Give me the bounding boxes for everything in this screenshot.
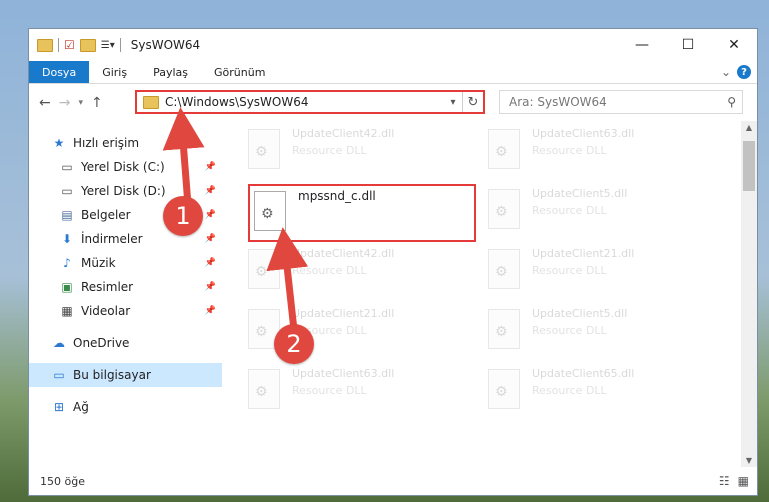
scrollbar-thumb[interactable] <box>743 141 755 191</box>
forward-icon[interactable]: → <box>59 95 71 111</box>
tab-file[interactable]: Dosya <box>29 61 90 83</box>
refresh-icon[interactable]: ↻ <box>462 92 483 112</box>
explorer-window: ☑ ☰▾ SysWOW64 — ☐ ✕ Dosya Giriş Paylaş G… <box>28 28 758 496</box>
highlight-box <box>248 184 476 242</box>
dll-file-icon: ⚙ <box>488 189 520 229</box>
cloud-icon: ☁ <box>53 336 65 350</box>
pin-icon[interactable]: 📌 <box>205 258 216 268</box>
customize-toolbar-icon[interactable]: ☰▾ <box>101 40 115 51</box>
dll-file-icon: ⚙ <box>488 249 520 289</box>
nav-item-this-pc[interactable]: ▭ Bu bilgisayar <box>29 363 222 387</box>
nav-item-network[interactable]: ⊞ Ağ <box>29 395 222 419</box>
pictures-icon: ▣ <box>61 280 73 294</box>
details-view-icon[interactable]: ☷ <box>719 474 730 488</box>
star-icon: ★ <box>53 136 65 150</box>
pin-icon[interactable]: 📌 <box>205 234 216 244</box>
vertical-scrollbar[interactable]: ▲ ▼ <box>741 121 757 467</box>
computer-icon: ▭ <box>53 368 65 382</box>
file-item[interactable]: ⚙ UpdateClient65.dll Resource DLL <box>488 365 708 415</box>
tab-home[interactable]: Giriş <box>89 61 140 83</box>
nav-item-local-disk-c[interactable]: ▭ Yerel Disk (C:) 📌 <box>29 155 222 179</box>
music-icon: ♪ <box>63 256 71 270</box>
network-icon: ⊞ <box>53 400 65 414</box>
maximize-button[interactable]: ☐ <box>665 29 711 61</box>
recent-locations-icon[interactable]: ▾ <box>78 98 83 108</box>
pin-icon[interactable]: 📌 <box>205 282 216 292</box>
folder-icon <box>143 95 159 109</box>
drive-icon: ▭ <box>61 160 73 174</box>
dll-file-icon: ⚙ <box>488 129 520 169</box>
up-icon[interactable]: ↑ <box>91 95 103 111</box>
step-2-badge: 2 <box>274 324 314 364</box>
item-count: 150 öğe <box>40 474 85 488</box>
search-icon: ⚲ <box>727 95 736 109</box>
folder-icon <box>37 38 53 52</box>
drive-icon: ▭ <box>61 184 73 198</box>
file-item[interactable]: ⚙ UpdateClient63.dll Resource DLL <box>248 365 468 415</box>
tab-view[interactable]: Görünüm <box>201 61 278 83</box>
status-bar: 150 öğe ☷ ▦ <box>29 467 757 495</box>
pin-icon[interactable]: 📌 <box>205 186 216 196</box>
window-title: SysWOW64 <box>130 38 201 52</box>
help-icon[interactable]: ? <box>737 65 751 79</box>
dll-file-icon: ⚙ <box>488 309 520 349</box>
nav-item-videos[interactable]: ▦ Videolar 📌 <box>29 299 222 323</box>
file-item[interactable]: ⚙ UpdateClient5.dll Resource DLL <box>488 185 708 235</box>
download-icon: ⬇ <box>61 232 73 246</box>
file-item[interactable]: ⚙ UpdateClient63.dll Resource DLL <box>488 125 708 175</box>
new-folder-icon[interactable] <box>79 38 96 52</box>
navigation-pane: ★ Hızlı erişim ▭ Yerel Disk (C:) 📌 ▭ Yer… <box>29 121 222 467</box>
chevron-down-icon[interactable]: ▾ <box>444 97 462 108</box>
dll-file-icon: ⚙ <box>248 249 280 289</box>
nav-item-pictures[interactable]: ▣ Resimler 📌 <box>29 275 222 299</box>
scroll-down-icon[interactable]: ▼ <box>741 456 757 465</box>
pin-icon[interactable]: 📌 <box>205 162 216 172</box>
file-item[interactable]: ⚙ UpdateClient21.dll Resource DLL <box>488 245 708 295</box>
properties-icon[interactable]: ☑ <box>64 38 75 52</box>
back-icon[interactable]: ← <box>39 95 51 111</box>
ribbon: Dosya Giriş Paylaş Görünüm ⌄ ? <box>29 61 757 84</box>
tab-share[interactable]: Paylaş <box>140 61 201 83</box>
video-icon: ▦ <box>61 304 73 318</box>
pin-icon[interactable]: 📌 <box>205 210 216 220</box>
address-bar[interactable]: C:\Windows\SysWOW64 ▾ ↻ <box>135 90 485 114</box>
separator <box>119 38 121 52</box>
separator <box>58 38 59 52</box>
dll-file-icon: ⚙ <box>248 129 280 169</box>
nav-item-onedrive[interactable]: ☁ OneDrive <box>29 331 222 355</box>
dll-file-icon: ⚙ <box>488 369 520 409</box>
quick-access-toolbar: ☑ ☰▾ <box>29 38 121 52</box>
pin-icon[interactable]: 📌 <box>205 306 216 316</box>
address-path: C:\Windows\SysWOW64 <box>165 95 309 109</box>
dll-file-icon: ⚙ <box>248 369 280 409</box>
document-icon: ▤ <box>61 208 73 222</box>
scroll-up-icon[interactable]: ▲ <box>741 123 757 132</box>
search-input[interactable]: Ara: SysWOW64 ⚲ <box>499 90 743 114</box>
large-icons-view-icon[interactable]: ▦ <box>738 474 749 488</box>
address-row: ← → ▾ ↑ C:\Windows\SysWOW64 ▾ ↻ Ara: Sys… <box>29 84 757 122</box>
file-list: ⚙ UpdateClient42.dll Resource DLL ⚙ Updat… <box>234 121 741 467</box>
file-item[interactable]: ⚙ UpdateClient42.dll Resource DLL <box>248 245 468 295</box>
minimize-button[interactable]: — <box>619 29 665 61</box>
nav-item-quick-access[interactable]: ★ Hızlı erişim <box>29 131 222 155</box>
file-item[interactable]: ⚙ UpdateClient42.dll Resource DLL <box>248 125 468 175</box>
expand-ribbon-icon[interactable]: ⌄ <box>721 65 731 79</box>
file-item[interactable]: ⚙ UpdateClient5.dll Resource DLL <box>488 305 708 355</box>
close-button[interactable]: ✕ <box>711 29 757 61</box>
title-bar: ☑ ☰▾ SysWOW64 — ☐ ✕ <box>29 29 757 61</box>
nav-item-music[interactable]: ♪ Müzik 📌 <box>29 251 222 275</box>
step-1-badge: 1 <box>163 196 203 236</box>
search-placeholder: Ara: SysWOW64 <box>509 95 607 109</box>
